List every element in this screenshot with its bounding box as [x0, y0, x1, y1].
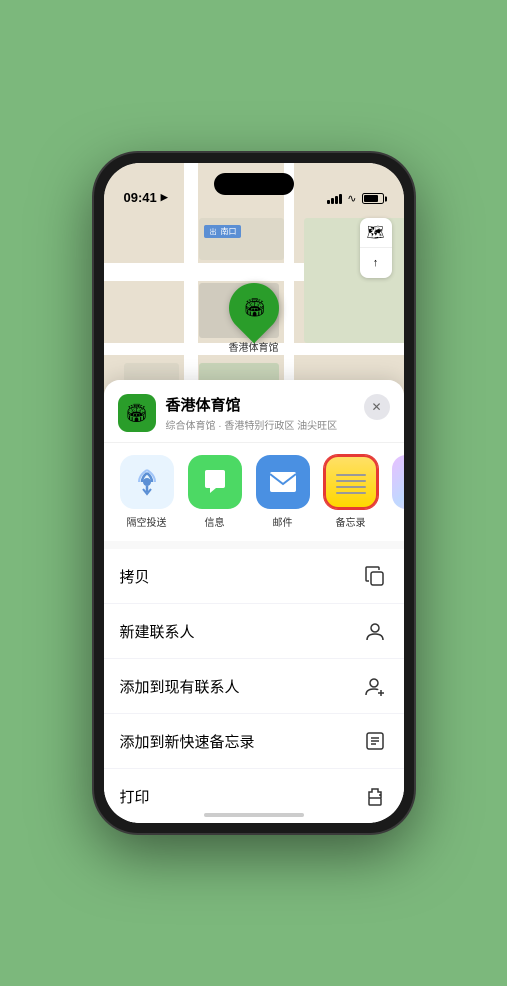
mail-icon — [256, 455, 310, 509]
pin-circle: 🏟 — [218, 273, 289, 344]
location-arrow-icon: ▶ — [161, 192, 168, 203]
messages-label: 信息 — [205, 514, 225, 529]
share-item-airdrop[interactable]: 隔空投送 — [118, 455, 176, 529]
map-controls: 🗺 ↑ — [360, 218, 392, 278]
print-icon — [362, 783, 388, 809]
share-item-notes[interactable]: 备忘录 — [322, 455, 380, 529]
home-indicator — [204, 813, 304, 817]
close-icon: ✕ — [371, 400, 381, 414]
phone-screen: 09:41 ▶ ∿ — [104, 163, 404, 823]
more-icon — [392, 455, 404, 509]
copy-icon — [362, 563, 388, 589]
action-item-new-contact[interactable]: 新建联系人 — [104, 604, 404, 659]
venue-name: 香港体育馆 — [166, 394, 354, 415]
map-label-nankou: 出 南口 — [204, 225, 241, 238]
stadium-icon: 🏟 — [242, 298, 265, 319]
mail-label: 邮件 — [273, 514, 293, 529]
notes-icon — [324, 455, 378, 509]
action-item-copy[interactable]: 拷贝 — [104, 549, 404, 604]
map-type-icon: 🗺 — [367, 224, 385, 241]
status-icons: ∿ — [327, 192, 383, 205]
battery-icon — [362, 193, 384, 204]
action-item-add-notes[interactable]: 添加到新快速备忘录 — [104, 714, 404, 769]
compass-icon: ↑ — [373, 257, 379, 269]
new-contact-icon — [362, 618, 388, 644]
action-list: 拷贝 新建联系人 — [104, 549, 404, 823]
map-type-button[interactable]: 🗺 — [360, 218, 392, 248]
share-item-mail[interactable]: 邮件 — [254, 455, 312, 529]
action-print-label: 打印 — [120, 786, 150, 807]
airdrop-label: 隔空投送 — [127, 514, 167, 529]
action-new-contact-label: 新建联系人 — [120, 621, 195, 642]
share-item-messages[interactable]: 信息 — [186, 455, 244, 529]
dynamic-island — [214, 173, 294, 195]
add-notes-icon — [362, 728, 388, 754]
action-item-add-contact[interactable]: 添加到现有联系人 — [104, 659, 404, 714]
notes-label: 备忘录 — [336, 514, 366, 529]
sheet-header: 🏟 香港体育馆 综合体育馆 · 香港特别行政区 油尖旺区 ✕ — [104, 380, 404, 442]
exit-icon: 出 — [208, 227, 219, 237]
action-add-contact-label: 添加到现有联系人 — [120, 676, 240, 697]
action-add-notes-label: 添加到新快速备忘录 — [120, 731, 255, 752]
share-row: 隔空投送 信息 — [104, 442, 404, 541]
location-pin: 🏟 香港体育馆 — [229, 283, 279, 354]
status-time: 09:41 ▶ — [124, 190, 168, 205]
time-display: 09:41 — [124, 190, 157, 205]
venue-info: 香港体育馆 综合体育馆 · 香港特别行政区 油尖旺区 — [166, 394, 354, 432]
share-item-more[interactable]: 推 — [390, 455, 404, 529]
messages-icon — [188, 455, 242, 509]
bottom-sheet: 🏟 香港体育馆 综合体育馆 · 香港特别行政区 油尖旺区 ✕ — [104, 380, 404, 823]
phone-frame: 09:41 ▶ ∿ — [94, 153, 414, 833]
airdrop-icon — [120, 455, 174, 509]
add-contact-icon — [362, 673, 388, 699]
action-copy-label: 拷贝 — [120, 566, 150, 587]
wifi-icon: ∿ — [347, 192, 356, 205]
venue-icon: 🏟 — [118, 394, 156, 432]
signal-bars-icon — [327, 194, 342, 204]
location-button[interactable]: ↑ — [360, 248, 392, 278]
venue-description: 综合体育馆 · 香港特别行政区 油尖旺区 — [166, 417, 354, 432]
close-button[interactable]: ✕ — [364, 394, 390, 420]
